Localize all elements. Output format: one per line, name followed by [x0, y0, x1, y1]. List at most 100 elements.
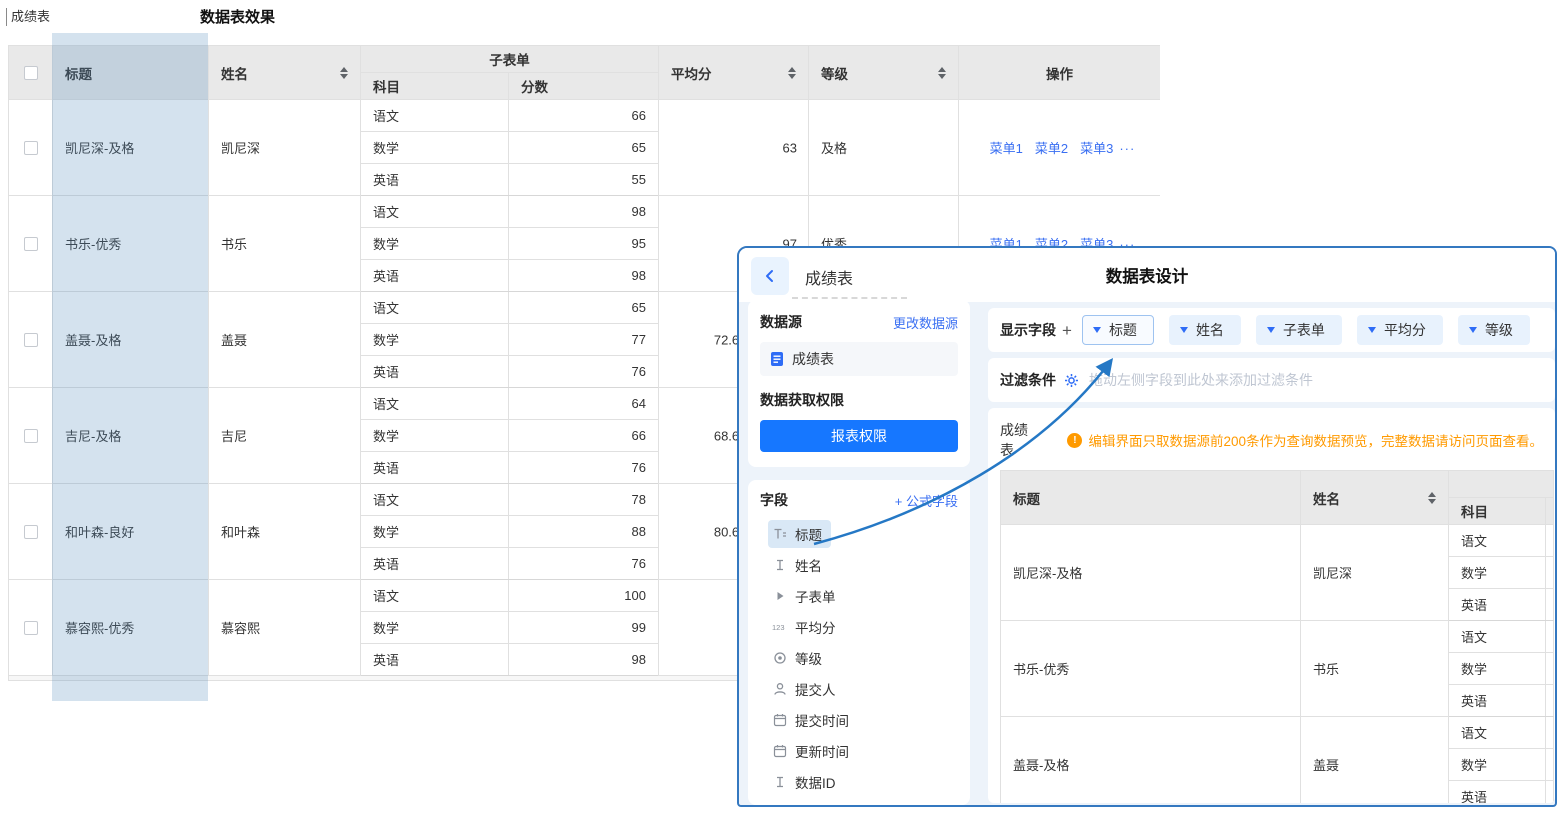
- field-item-label: 提交时间: [795, 710, 849, 730]
- preview-score-cell-clipped: [1546, 621, 1554, 653]
- add-display-field-button[interactable]: +: [1062, 322, 1072, 339]
- sort-icon[interactable]: [340, 67, 348, 79]
- sort-icon[interactable]: [1428, 492, 1436, 504]
- sort-asc-arrow: [788, 67, 796, 72]
- column-header-actions: 操作: [959, 46, 1161, 100]
- subject-cell: 数学: [361, 612, 509, 644]
- score-cell: 98: [509, 196, 659, 228]
- field-item-8[interactable]: 更新时间: [760, 735, 958, 766]
- select-all-header: [9, 46, 53, 100]
- chevron-down-icon: [1469, 327, 1477, 333]
- text-icon: [772, 557, 787, 572]
- field-item-6[interactable]: 提交人: [760, 673, 958, 704]
- display-field-chip[interactable]: 姓名: [1169, 315, 1241, 345]
- row-checkbox[interactable]: [24, 621, 38, 635]
- chip-label: 姓名: [1196, 320, 1224, 340]
- preview-row: 书乐-优秀书乐语文: [1001, 621, 1554, 653]
- row-checkbox[interactable]: [24, 429, 38, 443]
- sort-icon[interactable]: [788, 67, 796, 79]
- designer-title: 数据表设计: [739, 263, 1555, 287]
- score-cell: 76: [509, 452, 659, 484]
- subform-icon: [772, 588, 787, 603]
- datasource-item[interactable]: 成绩表: [760, 342, 958, 376]
- row-name-cell: 盖聂: [209, 292, 361, 388]
- score-cell: 66: [509, 420, 659, 452]
- notice-text: 编辑界面只取数据源前200条作为查询数据预览，完整数据请访问页面查看。: [1088, 430, 1543, 450]
- field-item-2[interactable]: 姓名: [760, 549, 958, 580]
- field-item-9[interactable]: 数据ID: [760, 766, 958, 797]
- user-icon: [772, 681, 787, 696]
- gear-icon[interactable]: [1064, 373, 1079, 388]
- row-checkbox[interactable]: [24, 237, 38, 251]
- change-datasource-link[interactable]: 更改数据源: [893, 313, 958, 332]
- tab-dashed-underline: [792, 297, 907, 299]
- action-link[interactable]: 菜单3: [1080, 141, 1113, 156]
- score-cell: 65: [509, 292, 659, 324]
- score-cell: 78: [509, 484, 659, 516]
- column-header-grade-label: 等级: [821, 63, 848, 83]
- designer-header: 成绩表 数据表设计: [739, 248, 1555, 302]
- warning-icon: !: [1067, 433, 1082, 448]
- select-all-checkbox[interactable]: [24, 66, 38, 80]
- table-row: 书乐-优秀书乐语文9897优秀菜单1菜单2菜单3···: [9, 196, 1161, 228]
- report-permission-button[interactable]: 报表权限: [760, 420, 958, 452]
- row-checkbox[interactable]: [24, 141, 38, 155]
- row-checkbox-cell: [9, 196, 53, 292]
- more-actions-icon[interactable]: ···: [1119, 141, 1135, 156]
- preview-subject-cell: 英语: [1449, 589, 1546, 621]
- preview-title-cell: 凯尼深-及格: [1001, 525, 1301, 621]
- sort-icon[interactable]: [938, 67, 946, 79]
- score-cell: 95: [509, 228, 659, 260]
- preview-name-cell: 凯尼深: [1301, 525, 1449, 621]
- field-item-label: 等级: [795, 648, 822, 668]
- field-item-7[interactable]: 提交时间: [760, 704, 958, 735]
- display-field-chip[interactable]: 等级: [1458, 315, 1530, 345]
- sort-desc-arrow: [938, 74, 946, 79]
- document-icon: [770, 351, 784, 367]
- preview-column-subject: 科目: [1449, 498, 1546, 525]
- preview-title-cell: 书乐-优秀: [1001, 621, 1301, 717]
- preview-card: 成绩表 ! 编辑界面只取数据源前200条作为查询数据预览，完整数据请访问页面查看…: [988, 408, 1555, 803]
- action-link[interactable]: 菜单2: [1035, 141, 1068, 156]
- row-checkbox[interactable]: [24, 525, 38, 539]
- column-header-score: 分数: [509, 73, 659, 100]
- field-item-3[interactable]: 子表单: [760, 580, 958, 611]
- subject-cell: 英语: [361, 452, 509, 484]
- field-item-1[interactable]: 标题: [760, 518, 958, 549]
- subject-cell: 英语: [361, 548, 509, 580]
- row-title-cell: 和叶森-良好: [53, 484, 209, 580]
- sort-desc-arrow: [1428, 499, 1436, 504]
- sort-desc-arrow: [340, 74, 348, 79]
- preview-subject-cell: 数学: [1449, 749, 1546, 781]
- subject-cell: 英语: [361, 644, 509, 676]
- row-checkbox-cell: [9, 388, 53, 484]
- preview-subject-cell: 数学: [1449, 557, 1546, 589]
- fields-label: 字段: [760, 490, 788, 510]
- fields-list: 标题姓名子表单123平均分等级提交人提交时间更新时间数据ID: [760, 518, 958, 797]
- display-field-chip[interactable]: 标题: [1082, 315, 1154, 345]
- action-link[interactable]: 菜单1: [990, 141, 1023, 156]
- sort-asc-arrow: [340, 67, 348, 72]
- chevron-down-icon: [1267, 327, 1275, 333]
- row-title-cell: 书乐-优秀: [53, 196, 209, 292]
- score-cell: 76: [509, 548, 659, 580]
- add-formula-field-link[interactable]: + 公式字段: [895, 491, 958, 510]
- number-icon: 123: [772, 619, 787, 634]
- row-title-cell: 吉尼-及格: [53, 388, 209, 484]
- calendar-icon: [772, 712, 787, 727]
- display-field-chip[interactable]: 子表单: [1256, 315, 1342, 345]
- field-item-5[interactable]: 等级: [760, 642, 958, 673]
- subject-cell: 数学: [361, 420, 509, 452]
- score-cell: 99: [509, 612, 659, 644]
- row-name-cell: 和叶森: [209, 484, 361, 580]
- display-field-chips: 标题 姓名 子表单平均分等级: [1082, 315, 1530, 345]
- display-field-chip[interactable]: 平均分: [1357, 315, 1443, 345]
- preview-data-table: 标题姓名科目凯尼深-及格凯尼深语文数学英语书乐-优秀书乐语文数学英语盖聂-及格盖…: [1000, 470, 1554, 803]
- page: 成绩表 数据表效果 标题姓名子表单平均分等级操作科目分数凯尼深-及格凯尼深语文6…: [0, 0, 1561, 817]
- field-item-4[interactable]: 123平均分: [760, 611, 958, 642]
- chip-label: 标题: [1109, 320, 1137, 340]
- subject-cell: 英语: [361, 356, 509, 388]
- row-checkbox[interactable]: [24, 333, 38, 347]
- row-grade-cell: 及格: [809, 100, 959, 196]
- table-designer-panel: 成绩表 数据表设计 数据源 更改数据源 成绩表 数据获取权限 报表权限 字段 +…: [737, 246, 1557, 807]
